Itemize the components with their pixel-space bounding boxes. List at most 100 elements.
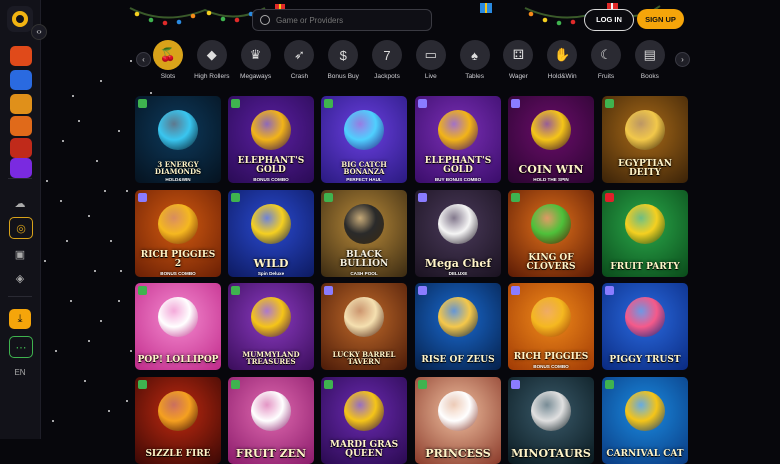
game-title: PRINCESS — [425, 447, 491, 460]
snowflake — [96, 160, 98, 162]
game-card[interactable]: RICH PIGGIES BONUS COMBO — [508, 283, 594, 370]
game-title: WILD — [253, 257, 289, 270]
category-bonus-buy[interactable]: $ Bonus Buy — [321, 40, 365, 80]
game-artwork — [531, 110, 571, 150]
game-title: EGYPTIAN DEITY — [618, 159, 672, 178]
game-card[interactable]: ELEPHANT'S GOLD BUY BONUS COMBO — [415, 96, 501, 183]
game-provider-badge-icon — [231, 193, 240, 202]
category-tables[interactable]: ♠ Tables — [453, 40, 497, 80]
game-card[interactable]: FRUIT ZEN — [228, 377, 314, 464]
game-card[interactable]: CARNIVAL CAT — [602, 377, 688, 464]
game-card[interactable]: MARDI GRAS QUEEN — [321, 377, 407, 464]
coins-icon[interactable]: ◎ — [9, 217, 33, 239]
game-title: Mega Chef — [424, 257, 492, 270]
search-input[interactable] — [274, 14, 428, 26]
game-card[interactable]: MINOTAURS — [508, 377, 594, 464]
category-label: Slots — [160, 73, 176, 80]
snowflake — [55, 350, 57, 352]
crown-icon[interactable] — [10, 94, 32, 114]
game-artwork — [344, 204, 384, 244]
category-wager[interactable]: ⚃ Wager — [496, 40, 540, 80]
category-books[interactable]: ▤ Books — [628, 40, 672, 80]
game-card[interactable]: WILD Spin Deluxe — [228, 190, 314, 277]
dice-icon[interactable] — [10, 138, 32, 158]
game-provider-badge-icon — [511, 380, 520, 389]
game-title: ELEPHANT'S GOLD — [424, 156, 492, 175]
game-card[interactable]: RICH PIGGIES 2 BONUS COMBO — [135, 190, 221, 277]
collapse-sidebar-icon[interactable]: ‹› — [31, 24, 47, 40]
category-next-arrow-icon[interactable]: › — [675, 52, 690, 67]
cashier-icon[interactable]: ▣ — [9, 244, 31, 264]
spin-icon[interactable] — [10, 70, 32, 90]
signup-button[interactable]: SIGN UP — [637, 9, 684, 29]
game-artwork — [158, 391, 198, 431]
category-slots[interactable]: 🍒 Slots — [146, 40, 190, 80]
login-button[interactable]: LOG IN — [584, 9, 634, 31]
gift-icon[interactable] — [10, 116, 32, 136]
game-card[interactable]: LUCKY BARREL TAVERN — [321, 283, 407, 370]
category-hold-win[interactable]: ✋ Hold&Win — [540, 40, 584, 80]
game-title: MINOTAURS — [511, 447, 591, 460]
game-card[interactable]: Mega Chef DELUXE — [415, 190, 501, 277]
game-artwork — [438, 110, 478, 150]
snowflake — [130, 350, 132, 352]
game-card[interactable]: MUMMYLAND TREASURES — [228, 283, 314, 370]
game-card[interactable]: EGYPTIAN DEITY — [602, 96, 688, 183]
download-icon[interactable]: ⤓ — [9, 309, 31, 329]
box-icon[interactable]: ◈ — [9, 268, 31, 288]
game-artwork — [531, 391, 571, 431]
category-live[interactable]: ▭ Live — [409, 40, 453, 80]
game-card[interactable]: PRINCESS — [415, 377, 501, 464]
game-artwork — [158, 110, 198, 150]
chat-icon[interactable]: ⋯ — [9, 336, 33, 358]
game-title: FRUIT ZEN — [235, 447, 307, 460]
search-bar[interactable] — [252, 9, 432, 31]
category-crash[interactable]: ➶ Crash — [277, 40, 321, 80]
game-card[interactable]: BLACK BULLION CASH POOL — [321, 190, 407, 277]
fruits-icon: ☾ — [591, 40, 621, 70]
game-card[interactable]: BIG CATCH BONANZA PERFECT HAUL — [321, 96, 407, 183]
game-title: LUCKY BARREL TAVERN — [332, 350, 396, 366]
game-card[interactable]: SIZZLE FIRE — [135, 377, 221, 464]
sidebar: ‹› ☁ ◎ ▣ ◈ ⤓ ⋯ EN — [0, 0, 47, 439]
game-card[interactable]: 3 ENERGY DIAMONDS HOLD&WIN — [135, 96, 221, 183]
game-card[interactable]: PIGGY TRUST — [602, 283, 688, 370]
game-provider-badge-icon — [511, 193, 520, 202]
snowflake — [118, 130, 120, 132]
game-provider-badge-icon — [231, 286, 240, 295]
site-logo[interactable] — [7, 6, 33, 32]
game-title: COIN WIN — [518, 163, 584, 176]
game-title: RICH PIGGIES 2 — [140, 250, 216, 269]
cloud-icon[interactable]: ☁ — [9, 193, 31, 213]
game-card[interactable]: ELEPHANT'S GOLD BONUS COMBO — [228, 96, 314, 183]
game-card[interactable]: POP! LOLLIPOP — [135, 283, 221, 370]
search-icon — [260, 15, 270, 25]
game-provider-badge-icon — [605, 193, 614, 202]
game-card[interactable]: FRUIT PARTY — [602, 190, 688, 277]
garland-light — [206, 10, 212, 16]
game-provider-badge-icon — [324, 286, 333, 295]
game-subtitle: BONUS COMBO — [160, 271, 196, 276]
game-title: MUMMYLAND TREASURES — [242, 350, 300, 366]
game-subtitle: DELUXE — [448, 271, 468, 276]
category-fruits[interactable]: ☾ Fruits — [584, 40, 628, 80]
category-label: Bonus Buy — [327, 73, 359, 80]
megaways-icon: ♛ — [240, 40, 271, 70]
snowflake — [60, 200, 62, 202]
game-card[interactable]: COIN WIN HOLD THE SPIN — [508, 96, 594, 183]
garland-light — [234, 17, 240, 23]
game-artwork — [158, 297, 198, 337]
game-provider-badge-icon — [511, 286, 520, 295]
category-megaways[interactable]: ♛ Megaways — [234, 40, 278, 80]
snowflake — [88, 340, 90, 342]
language-flag-icon[interactable]: EN — [9, 362, 31, 382]
category-jackpots[interactable]: 7 Jackpots — [365, 40, 409, 80]
game-card[interactable]: RISE OF ZEUS — [415, 283, 501, 370]
clock-icon[interactable] — [10, 46, 32, 66]
game-provider-badge-icon — [511, 99, 520, 108]
game-card[interactable]: KING OF CLOVERS — [508, 190, 594, 277]
snowflake — [126, 190, 128, 192]
trophy-icon[interactable] — [10, 158, 32, 178]
snowflake — [46, 180, 48, 182]
category-high-rollers[interactable]: ◆ High Rollers — [190, 40, 234, 80]
